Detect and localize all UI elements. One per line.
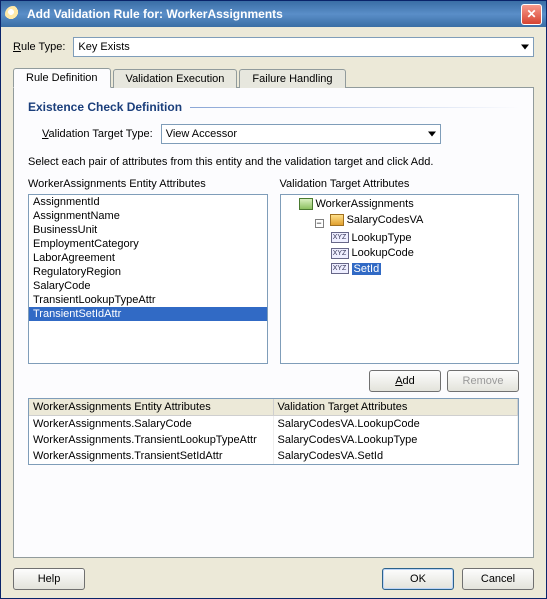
attribute-icon: XYZ: [331, 232, 349, 243]
hint-text: Select each pair of attributes from this…: [28, 156, 519, 168]
target-type-combo[interactable]: View Accessor: [161, 124, 441, 144]
target-attributes-tree[interactable]: WorkerAssignments − SalaryCodesVA: [280, 194, 520, 364]
attribute-icon: XYZ: [331, 263, 349, 274]
rule-type-combo[interactable]: Key Exists: [73, 37, 534, 57]
remove-button: Remove: [447, 370, 519, 392]
entity-caption: WorkerAssignments Entity Attributes: [28, 178, 268, 190]
target-type-value: View Accessor: [166, 128, 237, 140]
tree-node-attr[interactable]: XYZ SetId: [331, 263, 382, 275]
list-item[interactable]: SalaryCode: [29, 279, 267, 293]
entity-icon: [299, 198, 313, 210]
tree-node-attr[interactable]: XYZ LookupCode: [331, 247, 414, 259]
list-item[interactable]: BusinessUnit: [29, 223, 267, 237]
entity-attributes-list[interactable]: AssignmentId AssignmentName BusinessUnit…: [28, 194, 268, 364]
list-item[interactable]: TransientLookupTypeAttr: [29, 293, 267, 307]
list-item[interactable]: RegulatoryRegion: [29, 265, 267, 279]
tree-toggle[interactable]: −: [315, 219, 324, 228]
ok-button[interactable]: OK: [382, 568, 454, 590]
client-area: Rule Type: Key Exists Rule Definition Va…: [1, 27, 546, 598]
mapping-header: WorkerAssignments Entity Attributes Vali…: [29, 399, 518, 416]
dialog-footer: Help OK Cancel: [13, 558, 534, 590]
tree-node-va[interactable]: SalaryCodesVA: [330, 214, 424, 226]
list-item[interactable]: TransientSetIdAttr: [29, 307, 267, 321]
attribute-icon: XYZ: [331, 248, 349, 259]
tabs: Rule Definition Validation Execution Fai…: [13, 67, 534, 558]
list-item[interactable]: AssignmentId: [29, 195, 267, 209]
target-caption: Validation Target Attributes: [280, 178, 520, 190]
section-heading: Existence Check Definition: [28, 100, 519, 114]
cancel-button[interactable]: Cancel: [462, 568, 534, 590]
tab-row: Rule Definition Validation Execution Fai…: [13, 67, 534, 87]
mapping-header-cell: WorkerAssignments Entity Attributes: [29, 399, 274, 416]
tree-root-label: WorkerAssignments: [316, 198, 414, 210]
add-remove-row: Add Remove: [28, 370, 519, 392]
tab-failure-handling[interactable]: Failure Handling: [239, 69, 345, 88]
section-rule: [190, 107, 519, 108]
list-item[interactable]: LaborAgreement: [29, 251, 267, 265]
tab-validation-execution[interactable]: Validation Execution: [113, 69, 238, 88]
section-heading-text: Existence Check Definition: [28, 100, 182, 114]
dialog-title: Add Validation Rule for: WorkerAssignmen…: [27, 7, 521, 21]
view-accessor-icon: [330, 214, 344, 226]
tab-rule-definition[interactable]: Rule Definition: [13, 68, 111, 88]
lists-row: AssignmentId AssignmentName BusinessUnit…: [28, 194, 519, 364]
target-type-label: Validation Target Type:: [42, 128, 153, 140]
table-row[interactable]: WorkerAssignments.TransientSetIdAttr Sal…: [29, 448, 518, 464]
table-row[interactable]: WorkerAssignments.SalaryCode SalaryCodes…: [29, 416, 518, 432]
close-icon: ✕: [526, 7, 536, 21]
tree-node-attr[interactable]: XYZ LookupType: [331, 232, 412, 244]
tree-node-root[interactable]: WorkerAssignments: [299, 198, 414, 210]
help-button[interactable]: Help: [13, 568, 85, 590]
tree-va-label: SalaryCodesVA: [347, 214, 424, 226]
target-type-row: Validation Target Type: View Accessor: [28, 124, 519, 144]
close-button[interactable]: ✕: [521, 4, 542, 25]
dialog-window: Add Validation Rule for: WorkerAssignmen…: [0, 0, 547, 599]
rule-type-label: Rule Type:: [13, 41, 65, 53]
list-item[interactable]: EmploymentCategory: [29, 237, 267, 251]
tabpanel-rule-definition: Existence Check Definition Validation Ta…: [13, 87, 534, 558]
rule-type-value: Key Exists: [78, 41, 129, 53]
rule-type-row: Rule Type: Key Exists: [13, 37, 534, 57]
mapping-table[interactable]: WorkerAssignments Entity Attributes Vali…: [28, 398, 519, 465]
table-row[interactable]: WorkerAssignments.TransientLookupTypeAtt…: [29, 432, 518, 448]
add-button[interactable]: Add: [369, 370, 441, 392]
list-item[interactable]: AssignmentName: [29, 209, 267, 223]
app-icon: [5, 6, 21, 22]
mapping-header-cell: Validation Target Attributes: [274, 399, 519, 416]
captions-row: WorkerAssignments Entity Attributes Vali…: [28, 178, 519, 190]
titlebar: Add Validation Rule for: WorkerAssignmen…: [1, 1, 546, 27]
